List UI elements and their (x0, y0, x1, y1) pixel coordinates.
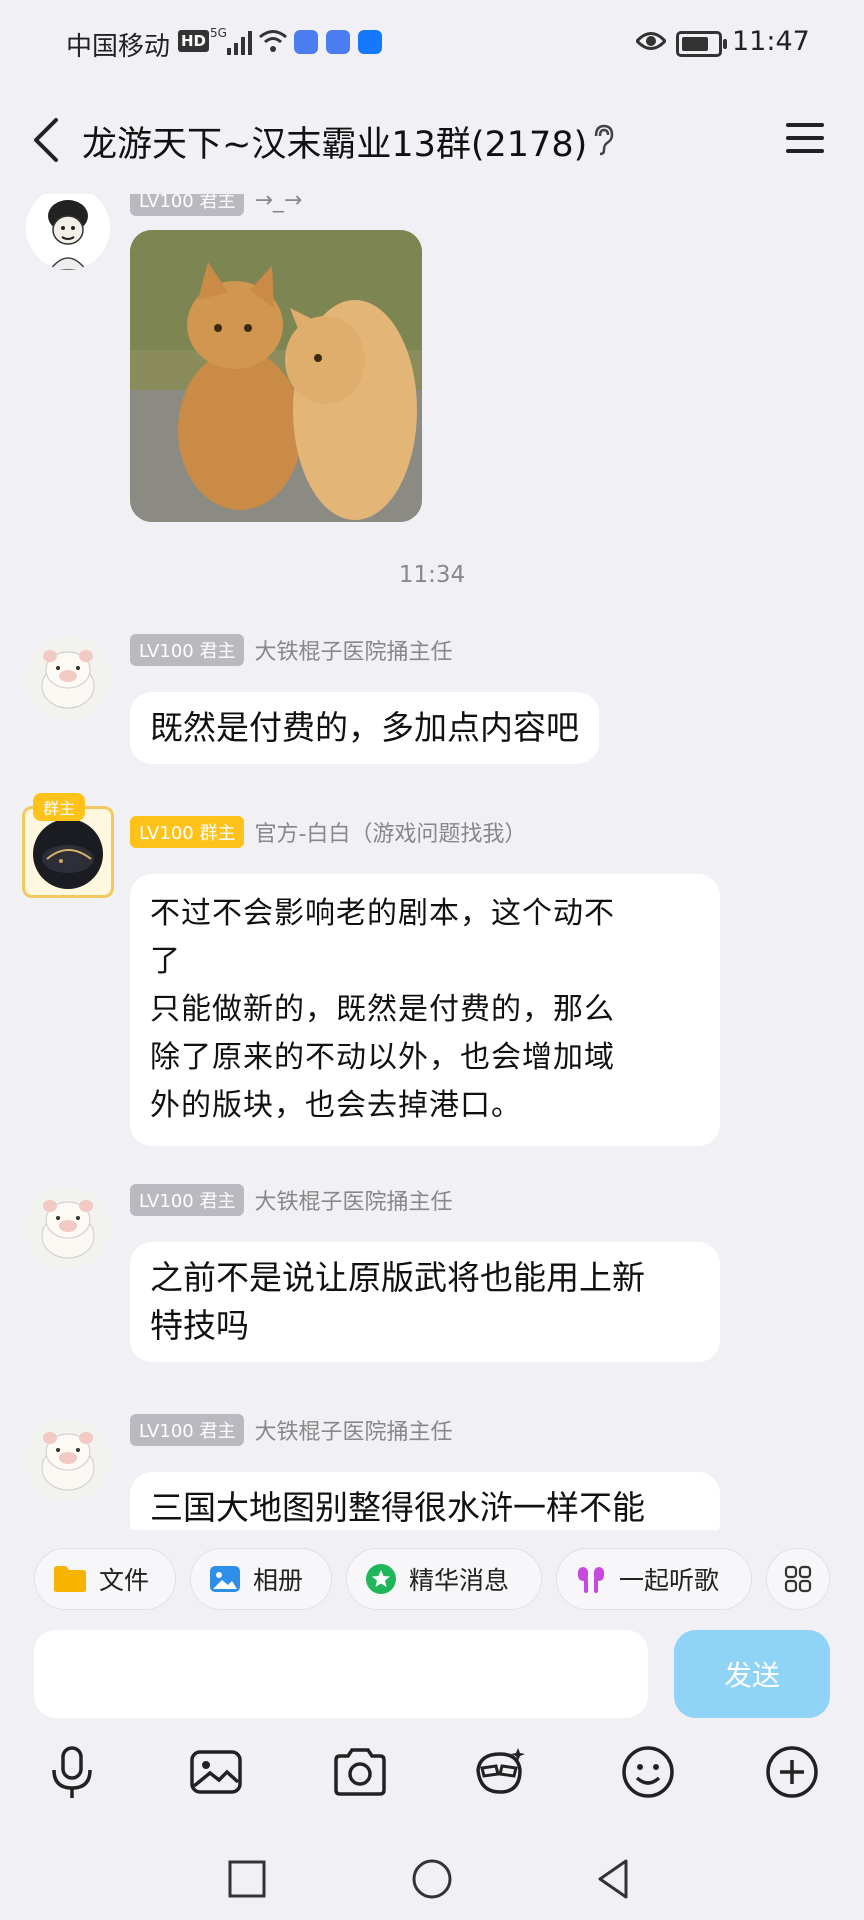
grid-icon (784, 1565, 812, 1593)
sender-name[interactable]: 大铁棍子医院捅主任 (254, 1414, 452, 1446)
avatar[interactable] (26, 1418, 110, 1502)
message-bubble[interactable]: 既然是付费的，多加点内容吧 (130, 692, 599, 764)
message-list[interactable]: LV100 君主 →_→ 11:34 LV100 君主 大铁棍子医院捅主任 既然… (0, 194, 864, 1530)
avatar[interactable] (26, 1186, 110, 1270)
pig-avatar (26, 1418, 110, 1502)
input-panel: 文件 相册 精华消息 一起听歌 发送 (0, 1530, 864, 1920)
ear-icon[interactable] (590, 124, 614, 156)
message-line: 除了原来的不动以外，也会增加域 (150, 1040, 615, 1075)
quick-action-label: 精华消息 (409, 1566, 510, 1595)
signal-icon (227, 31, 252, 55)
avatar (33, 819, 103, 889)
status-bar: 中国移动 HD 5G 11:47 (0, 0, 864, 86)
message-text: 三国大地图别整得很水浒一样不能 (150, 1488, 645, 1527)
network-type: 5G (210, 26, 227, 40)
headphones-icon (578, 1567, 604, 1593)
pig-avatar (26, 636, 110, 720)
quick-action-files[interactable]: 文件 (34, 1548, 176, 1610)
message-meta: LV100 君主 大铁棍子医院捅主任 (130, 1414, 452, 1446)
wifi-icon (259, 30, 287, 52)
image-message[interactable] (130, 230, 422, 522)
quick-action-label: 一起听歌 (619, 1566, 720, 1595)
image-icon[interactable] (186, 1742, 246, 1802)
photo-album-icon (210, 1566, 240, 1592)
essence-icon (366, 1564, 396, 1594)
message-line: 之前不是说让原版武将也能用上新 (150, 1258, 645, 1297)
message-line: 外的版块，也会去掉港口。 (150, 1088, 522, 1123)
group-title[interactable]: 龙游天下~汉末霸业13群(2178) (82, 116, 587, 167)
level-badge: LV100 君主 (130, 1184, 245, 1216)
emoji-icon[interactable] (618, 1742, 678, 1802)
message-line: 只能做新的，既然是付费的，那么 (150, 992, 615, 1027)
battery-icon (676, 31, 727, 57)
quick-action-essence[interactable]: 精华消息 (346, 1548, 542, 1610)
cats-photo (130, 230, 422, 522)
timestamp: 11:34 (398, 562, 466, 588)
owner-crown-label: 群主 (33, 793, 86, 821)
pig-avatar (26, 1186, 110, 1270)
message-bubble[interactable]: 不过不会影响老的剧本，这个动不 了 只能做新的，既然是付费的，那么 除了原来的不… (130, 874, 720, 1146)
message-meta: LV100 君主 大铁棍子医院捅主任 (130, 1184, 452, 1216)
eye-icon (636, 32, 666, 50)
chat-header: 龙游天下~汉末霸业13群(2178) (0, 86, 864, 194)
nav-back-icon[interactable] (590, 1854, 640, 1904)
message-input[interactable] (34, 1630, 648, 1718)
microphone-icon[interactable] (42, 1742, 102, 1802)
clock: 11:47 (732, 26, 810, 57)
app-notification-icon (294, 30, 318, 54)
sender-name[interactable]: 大铁棍子医院捅主任 (254, 634, 452, 666)
owner-avatar-frame[interactable]: 群主 (22, 793, 114, 898)
avatar[interactable] (26, 194, 110, 270)
send-button[interactable]: 发送 (674, 1630, 830, 1718)
level-badge: LV100 君主 (130, 1414, 245, 1446)
message-meta: LV100 君主 大铁棍子医院捅主任 (130, 634, 452, 666)
alipay-icon (358, 30, 382, 54)
folder-icon (54, 1566, 86, 1592)
message-line: 不过不会影响老的剧本，这个动不 (150, 896, 615, 931)
quick-action-label: 文件 (99, 1566, 150, 1595)
sender-name[interactable]: 大铁棍子医院捅主任 (254, 1184, 452, 1216)
message-meta: LV100 群主 官方-白白（游戏问题找我） (130, 816, 526, 848)
recent-apps-icon[interactable] (222, 1854, 272, 1904)
quick-action-label: 相册 (253, 1566, 304, 1595)
avatar[interactable] (26, 636, 110, 720)
message-meta: LV100 君主 →_→ (130, 194, 302, 216)
message-line: 了 (150, 944, 181, 979)
plus-icon[interactable] (762, 1742, 822, 1802)
sender-name[interactable]: →_→ (254, 194, 302, 213)
message-line: 特技吗 (150, 1306, 249, 1345)
quick-action-listen-together[interactable]: 一起听歌 (556, 1548, 752, 1610)
back-icon[interactable] (28, 116, 68, 164)
level-badge: LV100 君主 (130, 634, 245, 666)
hd-badge: HD (178, 30, 210, 52)
owner-badge: LV100 群主 (130, 816, 245, 848)
quick-action-album[interactable]: 相册 (190, 1548, 332, 1610)
message-text: 既然是付费的，多加点内容吧 (150, 708, 579, 747)
menu-icon[interactable] (784, 120, 826, 156)
message-bubble[interactable]: 之前不是说让原版武将也能用上新 特技吗 (130, 1242, 720, 1362)
camera-icon[interactable] (330, 1742, 390, 1802)
sticker-icon[interactable] (470, 1742, 530, 1802)
level-badge: LV100 君主 (130, 194, 245, 216)
more-apps-button[interactable] (766, 1548, 830, 1610)
app-notification-icon (326, 30, 350, 54)
carrier-name: 中国移动 (66, 32, 171, 62)
sender-name[interactable]: 官方-白白（游戏问题找我） (254, 816, 526, 848)
message-bubble[interactable]: 三国大地图别整得很水浒一样不能 (130, 1472, 720, 1530)
home-icon[interactable] (407, 1854, 457, 1904)
